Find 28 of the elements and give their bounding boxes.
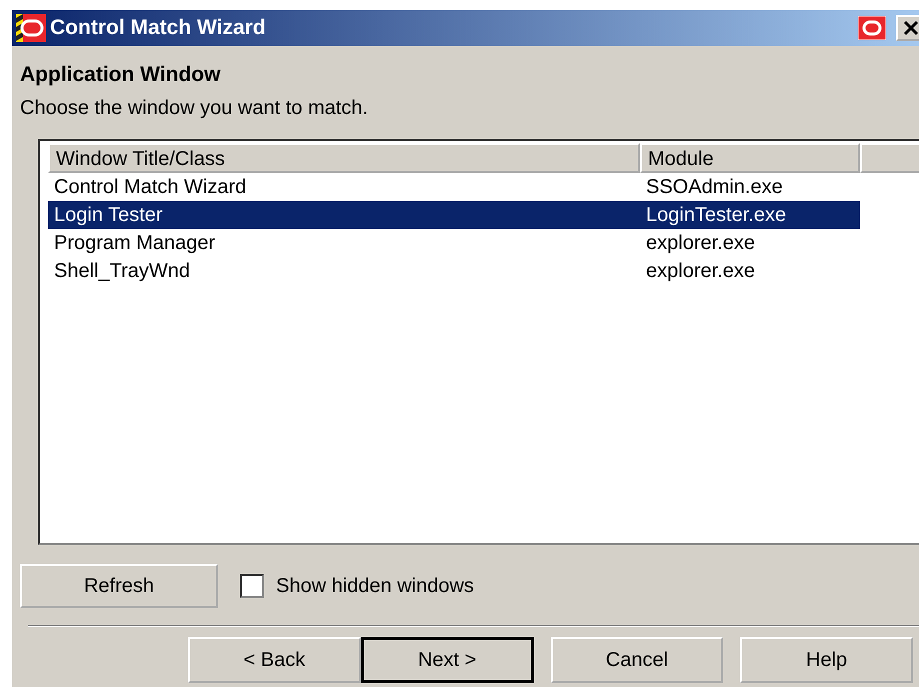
close-button[interactable] xyxy=(896,15,919,41)
table-cell-text: SSOAdmin.exe xyxy=(645,175,784,200)
list-row[interactable]: Shell_TrayWnd explorer.exe xyxy=(48,257,860,285)
table-cell-text: LoginTester.exe xyxy=(645,203,788,228)
wizard-button[interactable]: Next > xyxy=(360,637,534,683)
window-title: Control Match Wizard xyxy=(50,16,267,40)
close-icon xyxy=(903,20,919,36)
column-header[interactable]: Module xyxy=(640,143,860,173)
page-heading: Application Window xyxy=(20,63,222,88)
checkbox[interactable] xyxy=(240,574,264,598)
wizard-button[interactable]: < Back xyxy=(188,637,361,683)
table-cell-text: Shell_TrayWnd xyxy=(53,259,191,284)
checkbox-label[interactable]: Show hidden windows xyxy=(276,574,474,598)
table-cell-text: explorer.exe xyxy=(645,231,756,256)
refresh-button[interactable]: Refresh xyxy=(20,564,218,608)
wizard-button[interactable]: Help xyxy=(740,637,913,683)
list-row[interactable]: Control Match Wizard SSOAdmin.exe xyxy=(48,173,860,201)
list-row[interactable]: Program Manager explorer.exe xyxy=(48,229,860,257)
table-cell-text: Program Manager xyxy=(53,231,216,256)
restore-icon[interactable] xyxy=(858,16,886,40)
table-cell-text: explorer.exe xyxy=(645,259,756,284)
table-cell-text: Login Tester xyxy=(53,203,164,228)
instruction-text: Choose the window you want to match. xyxy=(20,97,369,121)
wizard-button[interactable]: Cancel xyxy=(550,637,724,683)
table-cell-text: Control Match Wizard xyxy=(53,175,248,200)
list-row[interactable]: Login Tester LoginTester.exe xyxy=(48,201,860,229)
app-icon xyxy=(16,14,46,42)
column-header[interactable]: Window Title/Class xyxy=(48,143,640,173)
